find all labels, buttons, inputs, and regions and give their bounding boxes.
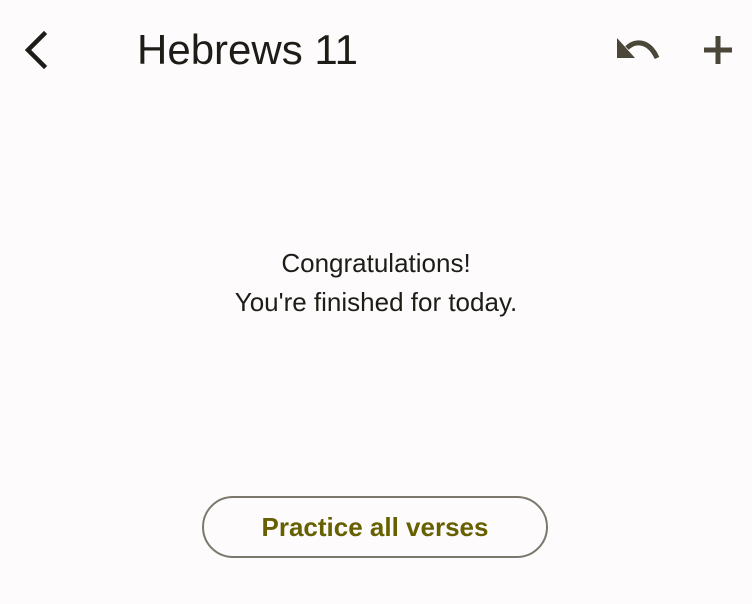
undo-button[interactable] bbox=[612, 26, 664, 74]
back-button[interactable] bbox=[12, 26, 60, 74]
congrats-text: Congratulations! bbox=[281, 248, 471, 278]
app-bar: Hebrews 11 bbox=[0, 0, 752, 100]
completion-message: Congratulations! You're finished for tod… bbox=[0, 244, 752, 322]
page-title: Hebrews 11 bbox=[137, 26, 358, 73]
add-button[interactable] bbox=[694, 26, 742, 74]
chevron-left-icon bbox=[24, 30, 48, 70]
practice-all-verses-button[interactable]: Practice all verses bbox=[202, 496, 548, 558]
undo-icon bbox=[617, 38, 660, 60]
finished-text: You're finished for today. bbox=[234, 287, 518, 317]
plus-icon bbox=[704, 36, 732, 64]
